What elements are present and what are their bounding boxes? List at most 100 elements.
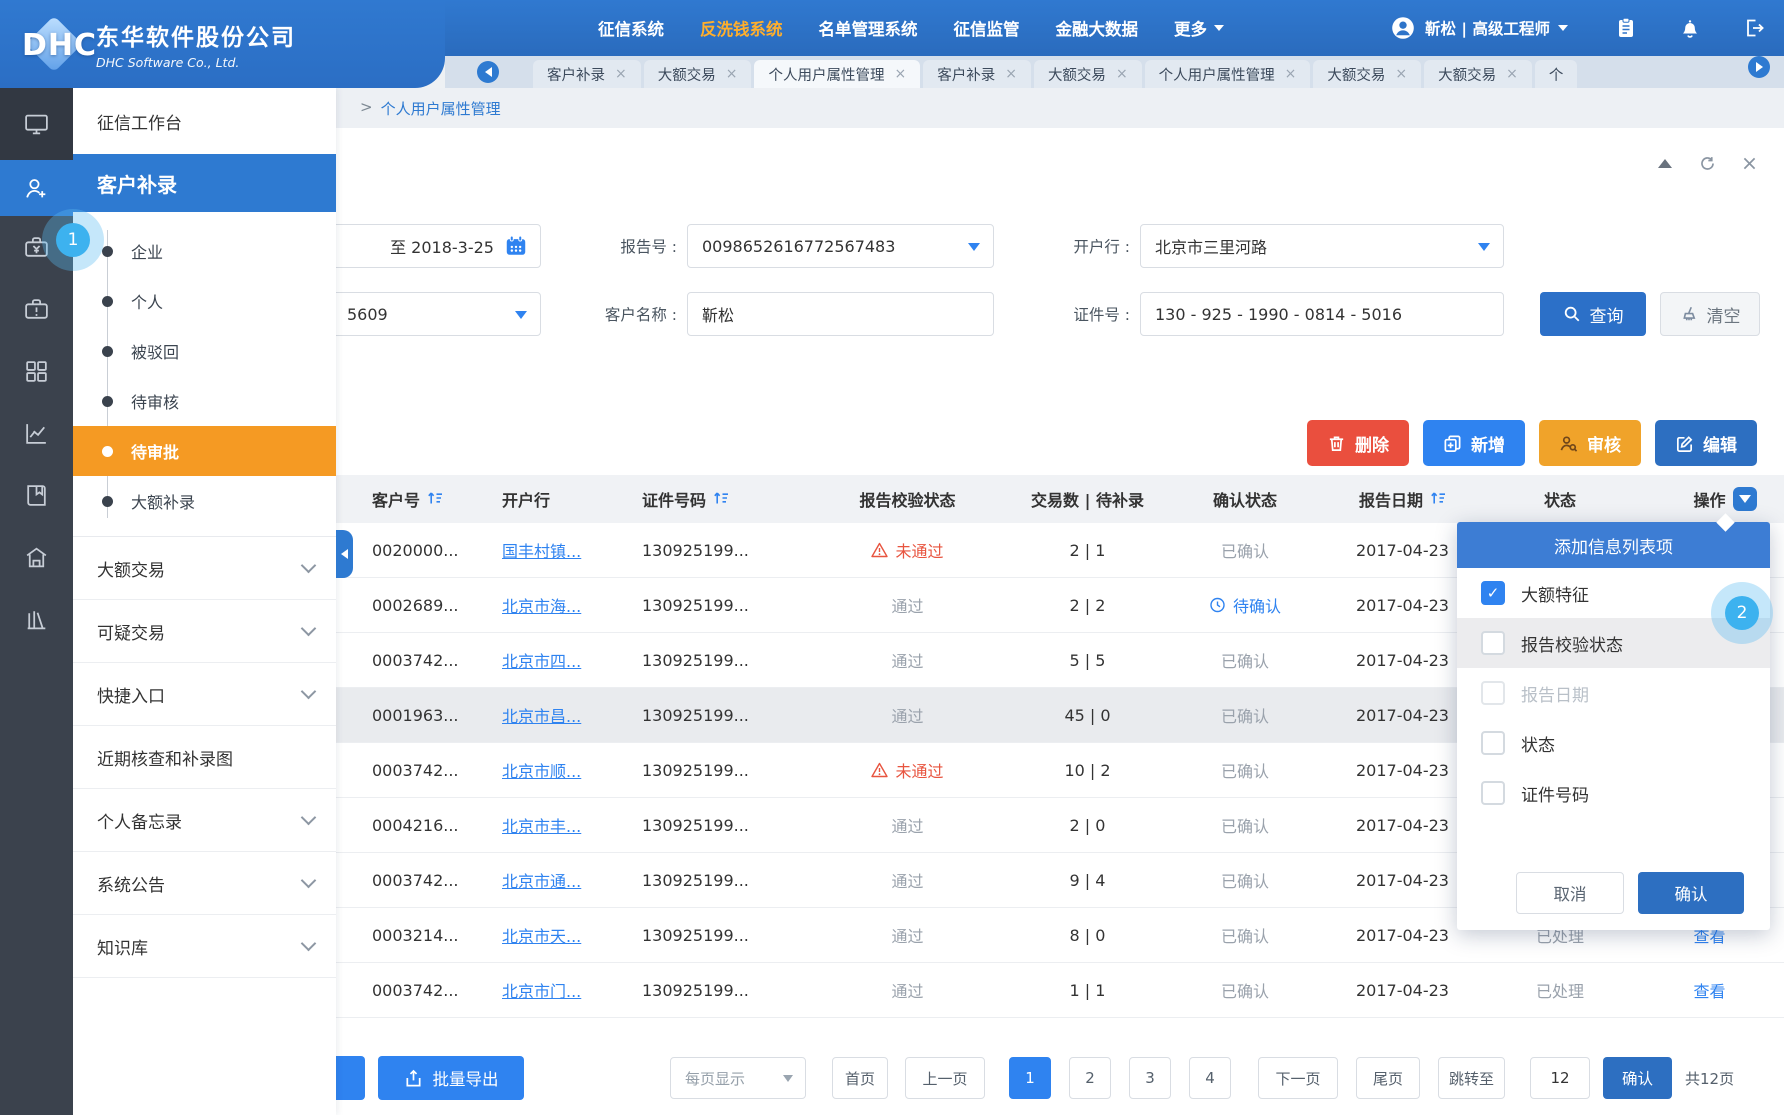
tab-4[interactable]: 客户补录× (923, 60, 1031, 88)
topnav-item-1[interactable]: 征信系统 (598, 16, 664, 40)
bank-link[interactable]: 国丰村镇... (502, 538, 581, 562)
rail-item-monitor-icon[interactable] (0, 88, 73, 160)
rail-item-grid-icon[interactable] (0, 340, 73, 402)
bank-link[interactable]: 北京市天... (502, 923, 581, 947)
checkbox-icon[interactable] (1481, 731, 1505, 755)
column-option-3[interactable]: 报告日期 (1457, 668, 1770, 718)
tab-close-icon[interactable]: × (1285, 66, 1297, 82)
checkbox-icon[interactable]: ✓ (1481, 581, 1505, 605)
column-header-3[interactable]: 证件号码 (630, 487, 810, 511)
tab-1[interactable]: 客户补录× (533, 60, 641, 88)
tab-9[interactable]: 个 (1535, 60, 1578, 88)
tab-close-icon[interactable]: × (726, 66, 738, 82)
rail-item-library-icon[interactable] (0, 588, 73, 650)
jump-confirm-button[interactable]: 确认 (1603, 1057, 1672, 1099)
table-row-9[interactable]: 0003742...北京市门...130925199...通过1 | 1已确认2… (336, 963, 1784, 1018)
panel-close-icon[interactable] (1740, 154, 1758, 172)
tab-5[interactable]: 大额交易× (1034, 60, 1142, 88)
rail-item-case-alert-icon[interactable] (0, 278, 73, 340)
tab-close-icon[interactable]: × (1005, 66, 1017, 82)
clear-button[interactable]: 清空 (1660, 292, 1760, 336)
topnav-item-3[interactable]: 名单管理系统 (819, 16, 918, 40)
dropdown-confirm-button[interactable]: 确认 (1638, 872, 1744, 914)
topnav-more[interactable]: 更多 (1174, 16, 1224, 40)
clipboard-icon[interactable] (1614, 16, 1638, 40)
tab-close-icon[interactable]: × (894, 66, 906, 82)
user-name[interactable]: 靳松 | 高级工程师 (1425, 17, 1550, 39)
sort-icon[interactable] (1430, 490, 1446, 509)
rail-item-home-icon[interactable] (0, 526, 73, 588)
sidebar-sub-item-3[interactable]: 被驳回 (73, 326, 336, 376)
sidebar-section-7[interactable]: 知识库 (73, 915, 336, 978)
topnav-item-2[interactable]: 反洗钱系统 (700, 16, 783, 40)
customer-name-input[interactable]: 靳松 (687, 292, 994, 336)
bank-select[interactable]: 北京市三里河路 (1140, 224, 1504, 268)
sidebar-section-4[interactable]: 近期核查和补录图 (73, 726, 336, 789)
sidebar-section-2[interactable]: 可疑交易 (73, 600, 336, 663)
sidebar-section-5[interactable]: 个人备忘录 (73, 789, 336, 852)
id-no-input[interactable]: 130 - 925 - 1990 - 0814 - 5016 (1140, 292, 1504, 336)
sidebar-section-6[interactable]: 系统公告 (73, 852, 336, 915)
page-button-2[interactable]: 2 (1069, 1057, 1111, 1099)
audit-button[interactable]: 审核 (1539, 420, 1641, 466)
tab-8[interactable]: 大额交易× (1424, 60, 1532, 88)
column-option-4[interactable]: 状态 (1457, 718, 1770, 768)
rail-item-book-icon[interactable] (0, 464, 73, 526)
user-avatar-icon[interactable] (1391, 16, 1415, 40)
user-menu-caret-icon[interactable] (1558, 25, 1568, 31)
add-button[interactable]: 新增 (1423, 420, 1525, 466)
batch-export-button[interactable]: 批量导出 (378, 1056, 524, 1100)
first-page-button[interactable]: 首页 (832, 1057, 888, 1099)
checkbox-icon[interactable] (1481, 681, 1505, 705)
delete-button[interactable]: 删除 (1307, 420, 1409, 466)
dropdown-cancel-button[interactable]: 取消 (1516, 872, 1624, 914)
bank-link[interactable]: 北京市顺... (502, 758, 581, 782)
tab-7[interactable]: 大额交易× (1313, 60, 1421, 88)
sidebar-item-workbench[interactable]: 征信工作台 (73, 88, 336, 154)
tab-close-icon[interactable]: × (1506, 66, 1518, 82)
rail-item-chart-icon[interactable] (0, 402, 73, 464)
column-option-5[interactable]: 证件号码 (1457, 768, 1770, 818)
jump-to-label[interactable]: 跳转至 (1438, 1057, 1505, 1099)
prev-page-button[interactable]: 上一页 (905, 1057, 985, 1099)
page-button-4[interactable]: 4 (1189, 1057, 1231, 1099)
page-button-3[interactable]: 3 (1129, 1057, 1171, 1099)
topnav-item-5[interactable]: 金融大数据 (1056, 16, 1139, 40)
report-no-select[interactable]: 0098652616772567483 (687, 224, 994, 268)
sidebar-sub-item-2[interactable]: 个人 (73, 276, 336, 326)
topnav-item-4[interactable]: 征信监管 (954, 16, 1020, 40)
tab-close-icon[interactable]: × (1395, 66, 1407, 82)
sidebar-section-1[interactable]: 大额交易 (73, 537, 336, 600)
checkbox-icon[interactable] (1481, 631, 1505, 655)
search-button[interactable]: 查询 (1540, 292, 1646, 336)
view-link[interactable]: 查看 (1693, 978, 1725, 1002)
bank-link[interactable]: 北京市通... (502, 868, 581, 892)
checkbox-icon[interactable] (1481, 781, 1505, 805)
sort-icon[interactable] (713, 490, 729, 509)
edit-button[interactable]: 编辑 (1655, 420, 1757, 466)
column-header-7[interactable]: 报告日期 (1320, 487, 1485, 511)
bank-link[interactable]: 北京市四... (502, 648, 581, 672)
page-size-select[interactable]: 每页显示 (670, 1057, 806, 1099)
jump-page-input[interactable]: 12 (1530, 1057, 1590, 1099)
tab-3[interactable]: 个人用户属性管理× (754, 60, 920, 88)
sidebar-item-customer-supplement[interactable]: 客户补录 (73, 154, 336, 212)
sidebar-section-3[interactable]: 快捷入口 (73, 663, 336, 726)
page-button-1[interactable]: 1 (1009, 1057, 1051, 1099)
sidebar-collapse-handle[interactable] (336, 530, 353, 578)
logout-icon[interactable] (1742, 16, 1766, 40)
bank-link[interactable]: 北京市海... (502, 593, 581, 617)
breadcrumb-current[interactable]: 个人用户属性管理 (381, 98, 501, 119)
tabs-scroll-right-icon[interactable] (1748, 56, 1770, 78)
panel-refresh-icon[interactable] (1698, 154, 1716, 172)
column-header-1[interactable]: 客户号 (360, 487, 490, 511)
last-page-button[interactable]: 尾页 (1356, 1057, 1420, 1099)
rail-item-user-search-icon[interactable] (0, 160, 73, 216)
tabs-scroll-left-icon[interactable] (477, 61, 499, 83)
column-settings-button[interactable] (1733, 487, 1757, 511)
sidebar-sub-item-5[interactable]: 待审批 (73, 426, 336, 476)
notifications-bell-icon[interactable] (1678, 16, 1702, 40)
tab-2[interactable]: 大额交易× (644, 60, 752, 88)
bank-link[interactable]: 北京市昌... (502, 703, 581, 727)
sidebar-sub-item-4[interactable]: 待审核 (73, 376, 336, 426)
